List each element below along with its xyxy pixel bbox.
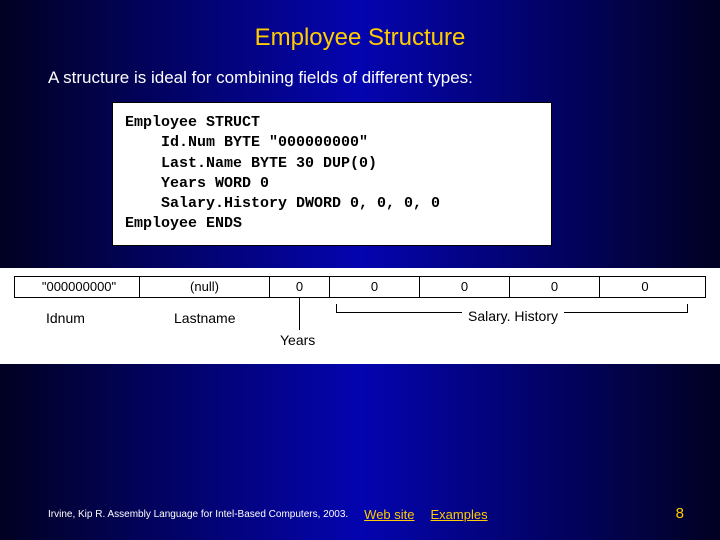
label-idnum: Idnum	[46, 310, 85, 326]
code-block: Employee STRUCT Id.Num BYTE "000000000" …	[112, 102, 552, 246]
footer: Irvine, Kip R. Assembly Language for Int…	[0, 507, 720, 522]
years-connector	[299, 298, 300, 330]
cell-salary-3: 0	[600, 277, 690, 297]
link-website[interactable]: Web site	[364, 507, 414, 522]
cell-salary-1: 0	[420, 277, 510, 297]
label-salary: Salary. History	[462, 308, 564, 324]
cell-idnum: "000000000"	[15, 277, 140, 297]
label-lastname: Lastname	[174, 310, 235, 326]
page-number: 8	[676, 505, 684, 522]
cell-lastname: (null)	[140, 277, 270, 297]
cell-years: 0	[270, 277, 330, 297]
slide-title: Employee Structure	[0, 0, 720, 68]
footer-credit: Irvine, Kip R. Assembly Language for Int…	[48, 509, 348, 520]
cell-salary-0: 0	[330, 277, 420, 297]
intro-text: A structure is ideal for combining field…	[48, 68, 720, 88]
diagram-row: "000000000" (null) 0 0 0 0 0	[14, 276, 706, 298]
cell-salary-2: 0	[510, 277, 600, 297]
label-years: Years	[280, 332, 315, 348]
memory-diagram: "000000000" (null) 0 0 0 0 0 Idnum Lastn…	[0, 268, 720, 364]
link-examples[interactable]: Examples	[431, 507, 488, 522]
